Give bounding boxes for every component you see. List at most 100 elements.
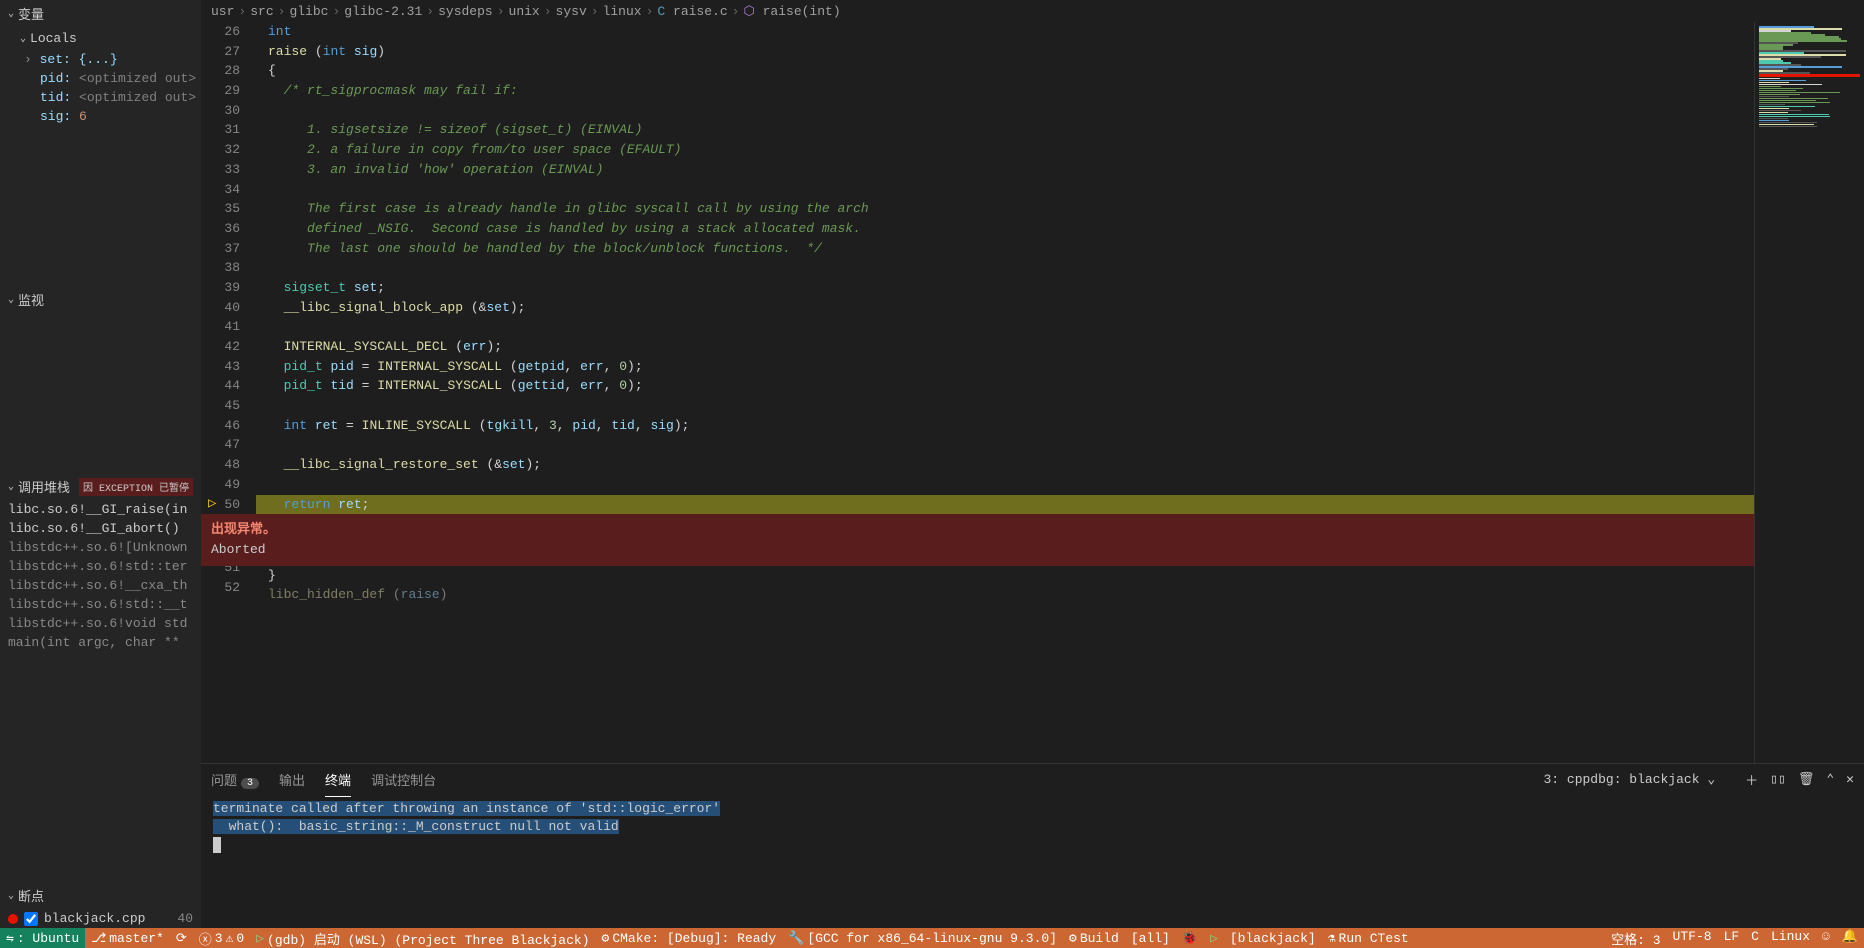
code-line[interactable]: pid_t pid = INTERNAL_SYSCALL (getpid, er… bbox=[256, 357, 1754, 377]
cmake-status[interactable]: ⚙CMake: [Debug]: Ready bbox=[596, 928, 783, 948]
run-ctest[interactable]: ⚗Run CTest bbox=[1322, 928, 1415, 948]
code-line[interactable]: 1. sigsetsize != sizeof (sigset_t) (EINV… bbox=[256, 120, 1754, 140]
launch-target[interactable]: [blackjack] bbox=[1224, 928, 1322, 948]
code-line[interactable]: INTERNAL_SYSCALL_DECL (err); bbox=[256, 337, 1754, 357]
gear-icon: ⚙ bbox=[1069, 931, 1077, 946]
callstack-frame[interactable]: libstdc++.so.6!void std bbox=[0, 614, 201, 633]
indentation[interactable]: 空格: 3 bbox=[1605, 929, 1666, 948]
breakpoint-dot-icon bbox=[8, 914, 18, 924]
code-line[interactable]: __libc_signal_restore_set (&set); bbox=[256, 455, 1754, 475]
code-line[interactable] bbox=[256, 317, 1754, 337]
panel-tabs: 问题3 输出 终端 调试控制台 3: cppdbg: blackjack ⌄ ＋… bbox=[201, 764, 1864, 794]
breadcrumb-segment[interactable]: src bbox=[250, 4, 273, 19]
feedback-icon[interactable]: ☺ bbox=[1816, 929, 1836, 944]
notifications-icon[interactable]: 🔔 bbox=[1836, 929, 1864, 944]
code-line[interactable]: pid_t tid = INTERNAL_SYSCALL (gettid, er… bbox=[256, 376, 1754, 396]
split-terminal-icon[interactable]: ▯▯ bbox=[1770, 772, 1786, 787]
breadcrumb-segment[interactable]: linux bbox=[603, 4, 642, 19]
breadcrumb-segment[interactable]: usr bbox=[211, 4, 234, 19]
minimap[interactable] bbox=[1754, 22, 1864, 763]
code-line[interactable]: { bbox=[256, 61, 1754, 81]
trash-icon[interactable]: 🗑 bbox=[1798, 772, 1815, 787]
code-line[interactable]: int bbox=[256, 22, 1754, 42]
code-line[interactable] bbox=[256, 101, 1754, 121]
tab-debug-console[interactable]: 调试控制台 bbox=[371, 766, 436, 793]
code-line[interactable]: 3. an invalid 'how' operation (EINVAL) bbox=[256, 160, 1754, 180]
breadcrumb-segment[interactable]: sysdeps bbox=[438, 4, 493, 19]
code-line[interactable] bbox=[256, 475, 1754, 495]
debug-launch[interactable]: ▷(gdb) 启动 (WSL) (Project Three Blackjack… bbox=[250, 928, 595, 948]
eol[interactable]: LF bbox=[1718, 929, 1746, 944]
build-button[interactable]: ⚙Build bbox=[1063, 928, 1125, 948]
debug-target-icon[interactable]: 🐞 bbox=[1176, 928, 1204, 948]
callstack-frame[interactable]: libc.so.6!__GI_raise(in bbox=[0, 500, 201, 519]
variable-sig[interactable]: sig: 6 bbox=[0, 107, 201, 126]
terminal-content[interactable]: terminate called after throwing an insta… bbox=[201, 794, 1864, 928]
callstack-frame[interactable]: libstdc++.so.6!std::__t bbox=[0, 595, 201, 614]
chevron-right-icon: › bbox=[332, 4, 340, 19]
sync-button[interactable]: ⟳ bbox=[170, 928, 193, 948]
variables-section-header[interactable]: ⌄ 变量 bbox=[0, 0, 201, 27]
run-target-icon[interactable]: ▷ bbox=[1204, 928, 1224, 948]
git-branch[interactable]: ⎇master* bbox=[85, 928, 170, 948]
code-line[interactable]: } bbox=[256, 566, 1754, 586]
code-content[interactable]: intraise (int sig){ /* rt_sigprocmask ma… bbox=[256, 22, 1754, 763]
breadcrumb-segment[interactable]: glibc-2.31 bbox=[344, 4, 422, 19]
remote-indicator[interactable]: ⇋: Ubuntu bbox=[0, 928, 85, 948]
chevron-down-icon: ⌄ bbox=[1707, 772, 1715, 787]
callstack-section-header[interactable]: ⌄ 调用堆栈 因 EXCEPTION 已暂停 bbox=[0, 473, 201, 500]
code-line[interactable]: sigset_t set; bbox=[256, 278, 1754, 298]
code-line[interactable]: defined _NSIG. Second case is handled by… bbox=[256, 219, 1754, 239]
breadcrumb-segment[interactable]: ⬡ raise(int) bbox=[743, 4, 840, 19]
code-line[interactable]: ▷ return ret; bbox=[256, 495, 1754, 515]
variable-tid[interactable]: tid: <optimized out> bbox=[0, 88, 201, 107]
breadcrumb[interactable]: usr›src›glibc›glibc-2.31›sysdeps›unix›sy… bbox=[201, 0, 1864, 22]
code-line[interactable] bbox=[256, 180, 1754, 200]
encoding[interactable]: UTF-8 bbox=[1667, 929, 1718, 944]
breakpoint-checkbox[interactable] bbox=[24, 912, 38, 926]
callstack-frame[interactable]: libc.so.6!__GI_abort() bbox=[0, 519, 201, 538]
tab-terminal[interactable]: 终端 bbox=[325, 766, 351, 793]
locals-header[interactable]: ⌄ Locals bbox=[0, 27, 201, 50]
debug-sidebar: ⌄ 变量 ⌄ Locals › set: {...} pid: <optimiz… bbox=[0, 0, 201, 928]
callstack-frame[interactable]: libstdc++.so.6!__cxa_th bbox=[0, 576, 201, 595]
language-mode[interactable]: C bbox=[1745, 929, 1765, 944]
errors-warnings[interactable]: ⓧ3 ⚠0 bbox=[193, 928, 250, 948]
code-line[interactable]: 2. a failure in copy from/to user space … bbox=[256, 140, 1754, 160]
callstack-frame[interactable]: main(int argc, char ** bbox=[0, 633, 201, 652]
code-line[interactable]: The last one should be handled by the bl… bbox=[256, 239, 1754, 259]
code-line[interactable] bbox=[256, 435, 1754, 455]
watch-section-header[interactable]: ⌄ 监视 bbox=[0, 286, 201, 313]
build-target-all[interactable]: [all] bbox=[1125, 928, 1176, 948]
callstack-frame[interactable]: libstdc++.so.6!std::ter bbox=[0, 557, 201, 576]
chevron-up-icon[interactable]: ⌃ bbox=[1826, 772, 1834, 787]
variable-pid[interactable]: pid: <optimized out> bbox=[0, 69, 201, 88]
tab-output[interactable]: 输出 bbox=[279, 766, 305, 793]
variable-set[interactable]: › set: {...} bbox=[0, 50, 201, 69]
code-line[interactable]: raise (int sig) bbox=[256, 42, 1754, 62]
callstack-frame[interactable]: libstdc++.so.6![Unknown bbox=[0, 538, 201, 557]
code-line[interactable] bbox=[256, 396, 1754, 416]
code-line[interactable]: The first case is already handle in glib… bbox=[256, 199, 1754, 219]
breakpoint-file: blackjack.cpp bbox=[44, 911, 145, 926]
code-line[interactable]: int ret = INLINE_SYSCALL (tgkill, 3, pid… bbox=[256, 416, 1754, 436]
code-line[interactable]: __libc_signal_block_app (&set); bbox=[256, 298, 1754, 318]
var-val: <optimized out> bbox=[79, 71, 196, 86]
breakpoint-item[interactable]: blackjack.cpp 40 bbox=[0, 909, 201, 928]
os-indicator[interactable]: Linux bbox=[1765, 929, 1816, 944]
breadcrumb-segment[interactable]: glibc bbox=[289, 4, 328, 19]
tab-problems[interactable]: 问题3 bbox=[211, 766, 259, 793]
breadcrumb-segment[interactable]: C raise.c bbox=[657, 4, 727, 19]
terminal-selector[interactable]: 3: cppdbg: blackjack ⌄ bbox=[1537, 770, 1733, 789]
code-line[interactable]: libc_hidden_def (raise) bbox=[256, 585, 1754, 605]
execution-pointer-icon: ▷ bbox=[208, 495, 216, 515]
breadcrumb-segment[interactable]: unix bbox=[509, 4, 540, 19]
new-terminal-icon[interactable]: ＋ bbox=[1745, 770, 1758, 789]
breakpoints-section-header[interactable]: ⌄ 断点 bbox=[0, 882, 201, 909]
close-icon[interactable]: ✕ bbox=[1846, 772, 1854, 787]
code-line[interactable] bbox=[256, 258, 1754, 278]
cmake-kit[interactable]: 🔧[GCC for x86_64-linux-gnu 9.3.0] bbox=[782, 928, 1063, 948]
breadcrumb-segment[interactable]: sysv bbox=[556, 4, 587, 19]
code-line[interactable]: /* rt_sigprocmask may fail if: bbox=[256, 81, 1754, 101]
play-icon: ▷ bbox=[1210, 931, 1218, 946]
